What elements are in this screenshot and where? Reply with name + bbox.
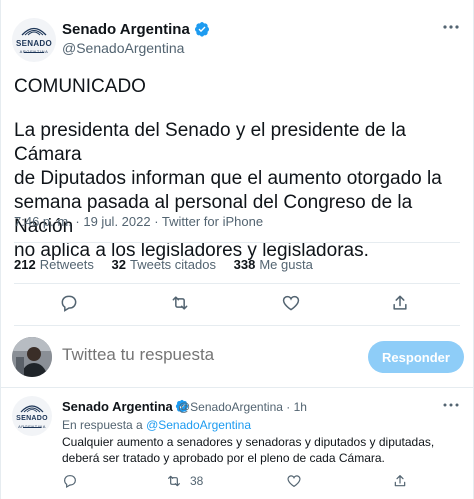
reply-author-name[interactable]: Senado Argentina: [62, 399, 189, 414]
tweet-meta[interactable]: 7:46 p. m. · 19 jul. 2022 · Twitter for …: [14, 214, 263, 229]
author-name[interactable]: Senado Argentina: [62, 21, 210, 38]
share-icon: [393, 295, 407, 310]
retweet-icon: [168, 475, 180, 487]
reply-icon: [61, 295, 77, 312]
reply-like-button[interactable]: [286, 473, 310, 489]
logo-subtext: ARGENTINA: [18, 424, 46, 429]
section-separator: [0, 387, 474, 388]
likes-stat[interactable]: 338 Me gusta: [234, 257, 313, 272]
likes-label: Me gusta: [259, 257, 313, 272]
retweet-icon: [172, 296, 188, 310]
divider: [14, 325, 460, 326]
reply-button[interactable]: [59, 293, 79, 313]
like-button[interactable]: [281, 293, 301, 313]
reply-icon: [64, 475, 76, 489]
author-handle[interactable]: @SenadoArgentina: [62, 40, 184, 56]
quotes-stat[interactable]: 32 Tweets citados: [112, 257, 216, 272]
tweet-stats: 212 Retweets 32 Tweets citados 338 Me gusta: [14, 257, 327, 272]
like-icon: [287, 475, 301, 488]
divider: [14, 283, 460, 284]
more-icon[interactable]: [440, 20, 462, 34]
reply-retweet-button[interactable]: 38: [166, 473, 203, 489]
reply-author-name-text: Senado Argentina: [62, 399, 173, 414]
likes-count: 338: [233, 257, 256, 272]
quotes-label: Tweets citados: [130, 257, 216, 272]
reply-author-handle-time[interactable]: @SenadoArgentina · 1h: [178, 400, 307, 414]
reply-submit-button[interactable]: Responder: [368, 341, 464, 373]
tweet-title: COMUNICADO: [14, 76, 146, 97]
verified-icon: [194, 22, 209, 37]
retweets-count: 212: [14, 257, 36, 272]
quotes-count: 32: [111, 257, 126, 272]
reply-author-avatar[interactable]: SENADO ARGENTINA: [12, 396, 52, 436]
reply-retweet-count: 38: [190, 474, 204, 488]
like-icon: [282, 295, 300, 311]
author-name-text: Senado Argentina: [62, 21, 190, 38]
reply-body: Cualquier aumento a senadores y senadora…: [62, 435, 435, 465]
share-icon: [394, 475, 406, 487]
user-avatar[interactable]: [12, 337, 52, 377]
reply-share-button[interactable]: [392, 473, 416, 489]
logo-text: SENADO: [15, 39, 53, 48]
more-icon[interactable]: [440, 398, 462, 412]
retweets-stat[interactable]: 212 Retweets: [14, 257, 94, 272]
author-avatar[interactable]: SENADO ARGENTINA: [12, 18, 56, 62]
user-photo-icon: [12, 337, 52, 377]
replying-prefix: En respuesta a: [62, 418, 143, 432]
replying-to-link[interactable]: @SenadoArgentina: [146, 418, 251, 432]
retweet-button[interactable]: [170, 293, 190, 313]
retweets-label: Retweets: [39, 257, 94, 272]
share-button[interactable]: [390, 293, 410, 313]
logo-text: SENADO: [16, 415, 48, 422]
divider: [14, 242, 460, 243]
replying-to: En respuesta a @SenadoArgentina: [62, 418, 251, 432]
reply-reply-button[interactable]: [62, 473, 86, 489]
logo-subtext: ARGENTINA: [19, 49, 49, 54]
reply-input[interactable]: [62, 345, 342, 365]
